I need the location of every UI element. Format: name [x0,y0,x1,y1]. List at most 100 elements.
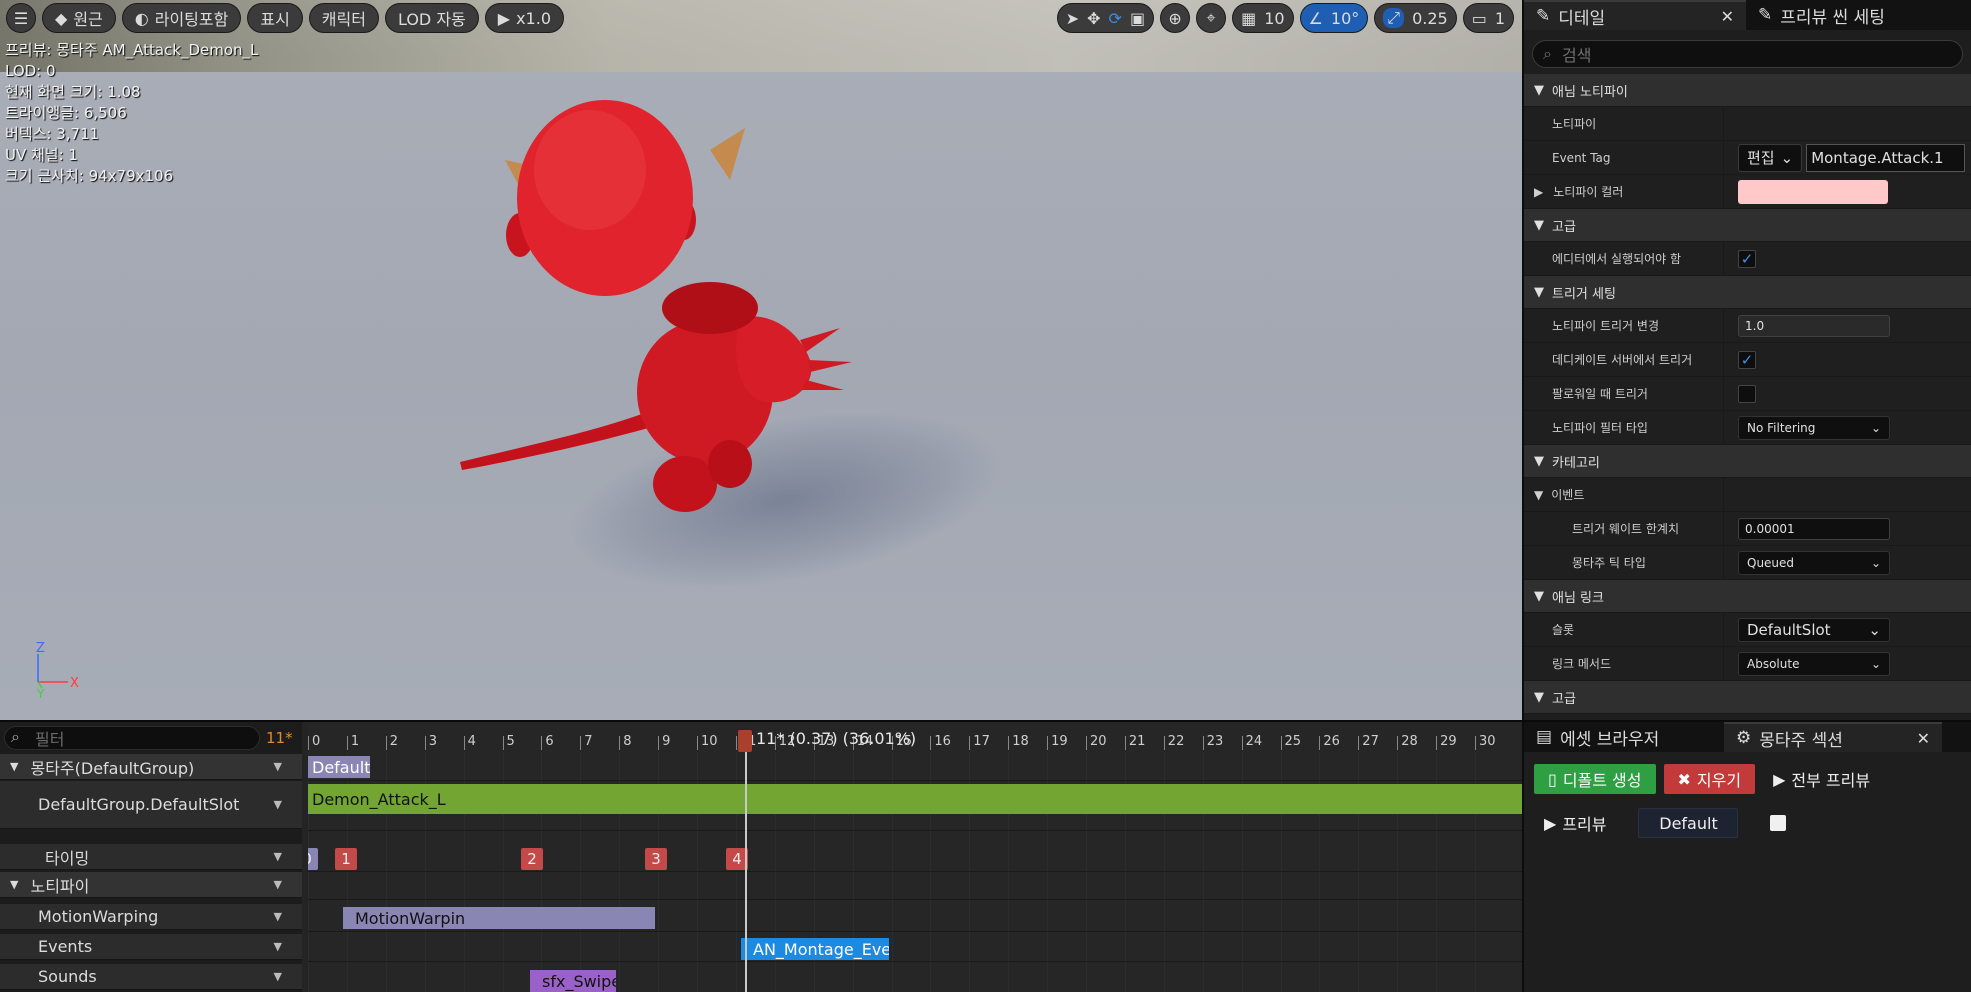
chevron-down-icon[interactable]: ▼ [274,878,282,891]
section-anim-link[interactable]: ▼ 애님 링크 [1524,580,1971,613]
details-search-input[interactable]: ⌕ 검색 [1532,40,1963,68]
ruler-tick-label: 1 [346,734,360,750]
chevron-down-icon[interactable]: ▼ [274,940,282,953]
expand-arrow-icon[interactable]: ▶ [1534,185,1543,199]
trigger-follower-checkbox[interactable] [1738,384,1756,403]
row-event: ▼ 이벤트 [1524,478,1971,512]
chevron-down-icon[interactable]: ▼ [274,850,282,863]
timing-marker[interactable]: 1 [335,848,357,870]
playhead-line[interactable] [745,732,747,992]
collapse-arrow-icon: ▼ [1534,689,1544,705]
scale-snap-control[interactable]: ⤢ 0.25 [1374,3,1457,33]
anim-segment-demon-attack[interactable]: Demon_Attack_L [308,784,1522,814]
section-advanced[interactable]: ▼ 고급 [1524,209,1971,242]
ruler-tick-label: 27 [1358,734,1379,750]
chevron-down-icon: ⌄ [1870,420,1881,435]
section-anim-notify[interactable]: ▼ 애님 노티파이 [1524,74,1971,107]
close-icon[interactable]: ✕ [1721,7,1734,26]
ruler-tick-label: 19 [1047,734,1068,750]
track-motion-warping[interactable]: MotionWarping ▼ [0,904,302,930]
chevron-down-icon[interactable]: ▼ [274,798,282,811]
track-sounds[interactable]: Sounds ▼ [0,964,302,990]
timeline-track-area[interactable]: 0123456789101112131415161718192021222324… [308,722,1522,992]
preview-button[interactable]: ▶ 프리뷰 [1534,808,1616,838]
montage-section-default[interactable]: Default [308,756,370,778]
collapse-arrow-icon: ▼ [1534,82,1544,98]
notify-color-swatch[interactable] [1738,179,1888,204]
camera-speed-control[interactable]: ▭ 1 [1462,3,1514,33]
ruler-tick-label: 3 [424,734,437,750]
track-default-slot[interactable]: DefaultGroup.DefaultSlot ▼ [0,781,302,829]
select-icon[interactable]: ➤ [1066,9,1079,28]
preview-all-button[interactable]: ▶ 전부 프리뷰 [1763,764,1880,794]
weight-threshold-field[interactable]: 0.00001 [1738,517,1890,540]
create-default-button[interactable]: ▯ 디폴트 생성 [1534,764,1656,794]
ruler-tick-label: 4 [463,734,476,750]
lod-button[interactable]: LOD 자동 [384,3,479,33]
scale-icon[interactable]: ▣ [1130,9,1145,28]
row-slot: 슬롯 DefaultSlot ⌄ [1524,613,1971,647]
viewport-menu-button[interactable]: ☰ [6,3,36,33]
playhead-handle[interactable] [738,730,752,752]
rotate-icon[interactable]: ⟳ [1109,9,1122,28]
track-events[interactable]: Events ▼ [0,934,302,960]
surface-snap-toggle[interactable]: ⌖ [1196,3,1227,33]
timing-marker[interactable]: 3 [645,848,667,870]
track-timing[interactable]: 타이밍 ▼ [0,844,302,870]
tab-preview-scene-settings[interactable]: ✎ 프리뷰 씬 세팅 [1746,0,1897,30]
section-trigger-settings[interactable]: ▼ 트리거 세팅 [1524,276,1971,309]
tab-montage-sections[interactable]: ⚙ 몽타주 섹션 ✕ [1724,722,1942,752]
notify-montage-event[interactable]: AN_Montage_Even [741,938,889,960]
grid-snap-control[interactable]: ▦ 10 [1232,3,1294,33]
trigger-chance-field[interactable]: 1.0 [1738,314,1890,337]
world-local-toggle[interactable]: ⊕ [1160,3,1191,33]
collapse-arrow-icon: ▼ [10,760,19,773]
angle-snap-control[interactable]: ∠ 10° [1299,3,1369,33]
lighting-button[interactable]: ◐ 라이팅포함 [121,3,242,33]
clear-button[interactable]: ✖ 지우기 [1663,764,1756,794]
chevron-down-icon[interactable]: ▼ [274,760,282,773]
playback-speed-button[interactable]: ▶ x1.0 [484,3,564,33]
event-tag-value[interactable]: Montage.Attack.1 [1806,143,1965,172]
link-method-dropdown[interactable]: Absolute ⌄ [1738,651,1890,676]
chevron-down-icon[interactable]: ▼ [274,970,282,983]
track-notifies[interactable]: ▼ 노티파이 ▼ [0,872,302,898]
trigger-in-editor-checkbox[interactable]: ✓ [1738,249,1756,268]
notify-sound-swipe[interactable]: sfx_Swipe [530,970,616,992]
slot-dropdown[interactable]: DefaultSlot ⌄ [1738,617,1890,642]
x-icon: ✖ [1677,769,1691,789]
angle-icon: ∠ [1308,8,1323,28]
track-filter-input[interactable]: ⌕ 필터 [4,726,260,750]
chevron-down-icon: ⌄ [1870,656,1881,671]
close-icon[interactable]: ✕ [1917,729,1930,748]
section-loop-checkbox[interactable] [1770,815,1787,831]
filter-type-dropdown[interactable]: No Filtering ⌄ [1738,415,1890,440]
tick-type-dropdown[interactable]: Queued ⌄ [1738,550,1890,575]
stat-screen-size: 현재 화면 크기: 1.08 [5,83,141,101]
document-icon: ▯ [1548,769,1557,789]
notify-motion-warping[interactable]: MotionWarpin [343,907,655,929]
section-category[interactable]: ▼ 카테고리 [1524,445,1971,478]
timing-marker[interactable]: 0 [308,848,318,870]
section-default-button[interactable]: Default [1638,808,1739,838]
tab-asset-browser[interactable]: ▤ 에셋 브라우저 [1524,722,1724,752]
ruler-tick-label: 21 [1124,734,1146,750]
track-montage-group[interactable]: ▼ 몽타주(DefaultGroup) ▼ [0,754,302,780]
preview-viewport[interactable]: ☰ ◆ 원근 ◐ 라이팅포함 표시 캐릭터 LOD 자동 ▶ x1.0 ➤ ✥ ⟳ ▣… [0,0,1522,720]
row-notify-color: ▶ 노티파이 컬러 [1524,175,1971,209]
character-button[interactable]: 캐릭터 [308,3,379,33]
translate-icon[interactable]: ✥ [1087,9,1100,28]
show-button[interactable]: 표시 [247,3,303,33]
trigger-dedicated-checkbox[interactable]: ✓ [1738,350,1756,369]
section-advanced-2[interactable]: ▼ 고급 [1524,681,1971,714]
transform-mode-group: ➤ ✥ ⟳ ▣ [1056,3,1155,33]
collapse-arrow-icon[interactable]: ▼ [1534,488,1543,502]
chevron-down-icon[interactable]: ▼ [274,910,282,923]
tab-details[interactable]: ✎ 디테일 ✕ [1524,0,1746,30]
perspective-button[interactable]: ◆ 원근 [42,3,116,33]
row-trigger-in-editor: 에디터에서 실행되어야 함 ✓ [1524,242,1971,276]
event-tag-edit-button[interactable]: 편집 ⌄ [1738,143,1803,172]
timing-marker[interactable]: 2 [521,848,543,870]
axis-gizmo: Z X Y [36,641,79,700]
demon-character-model [460,100,852,512]
